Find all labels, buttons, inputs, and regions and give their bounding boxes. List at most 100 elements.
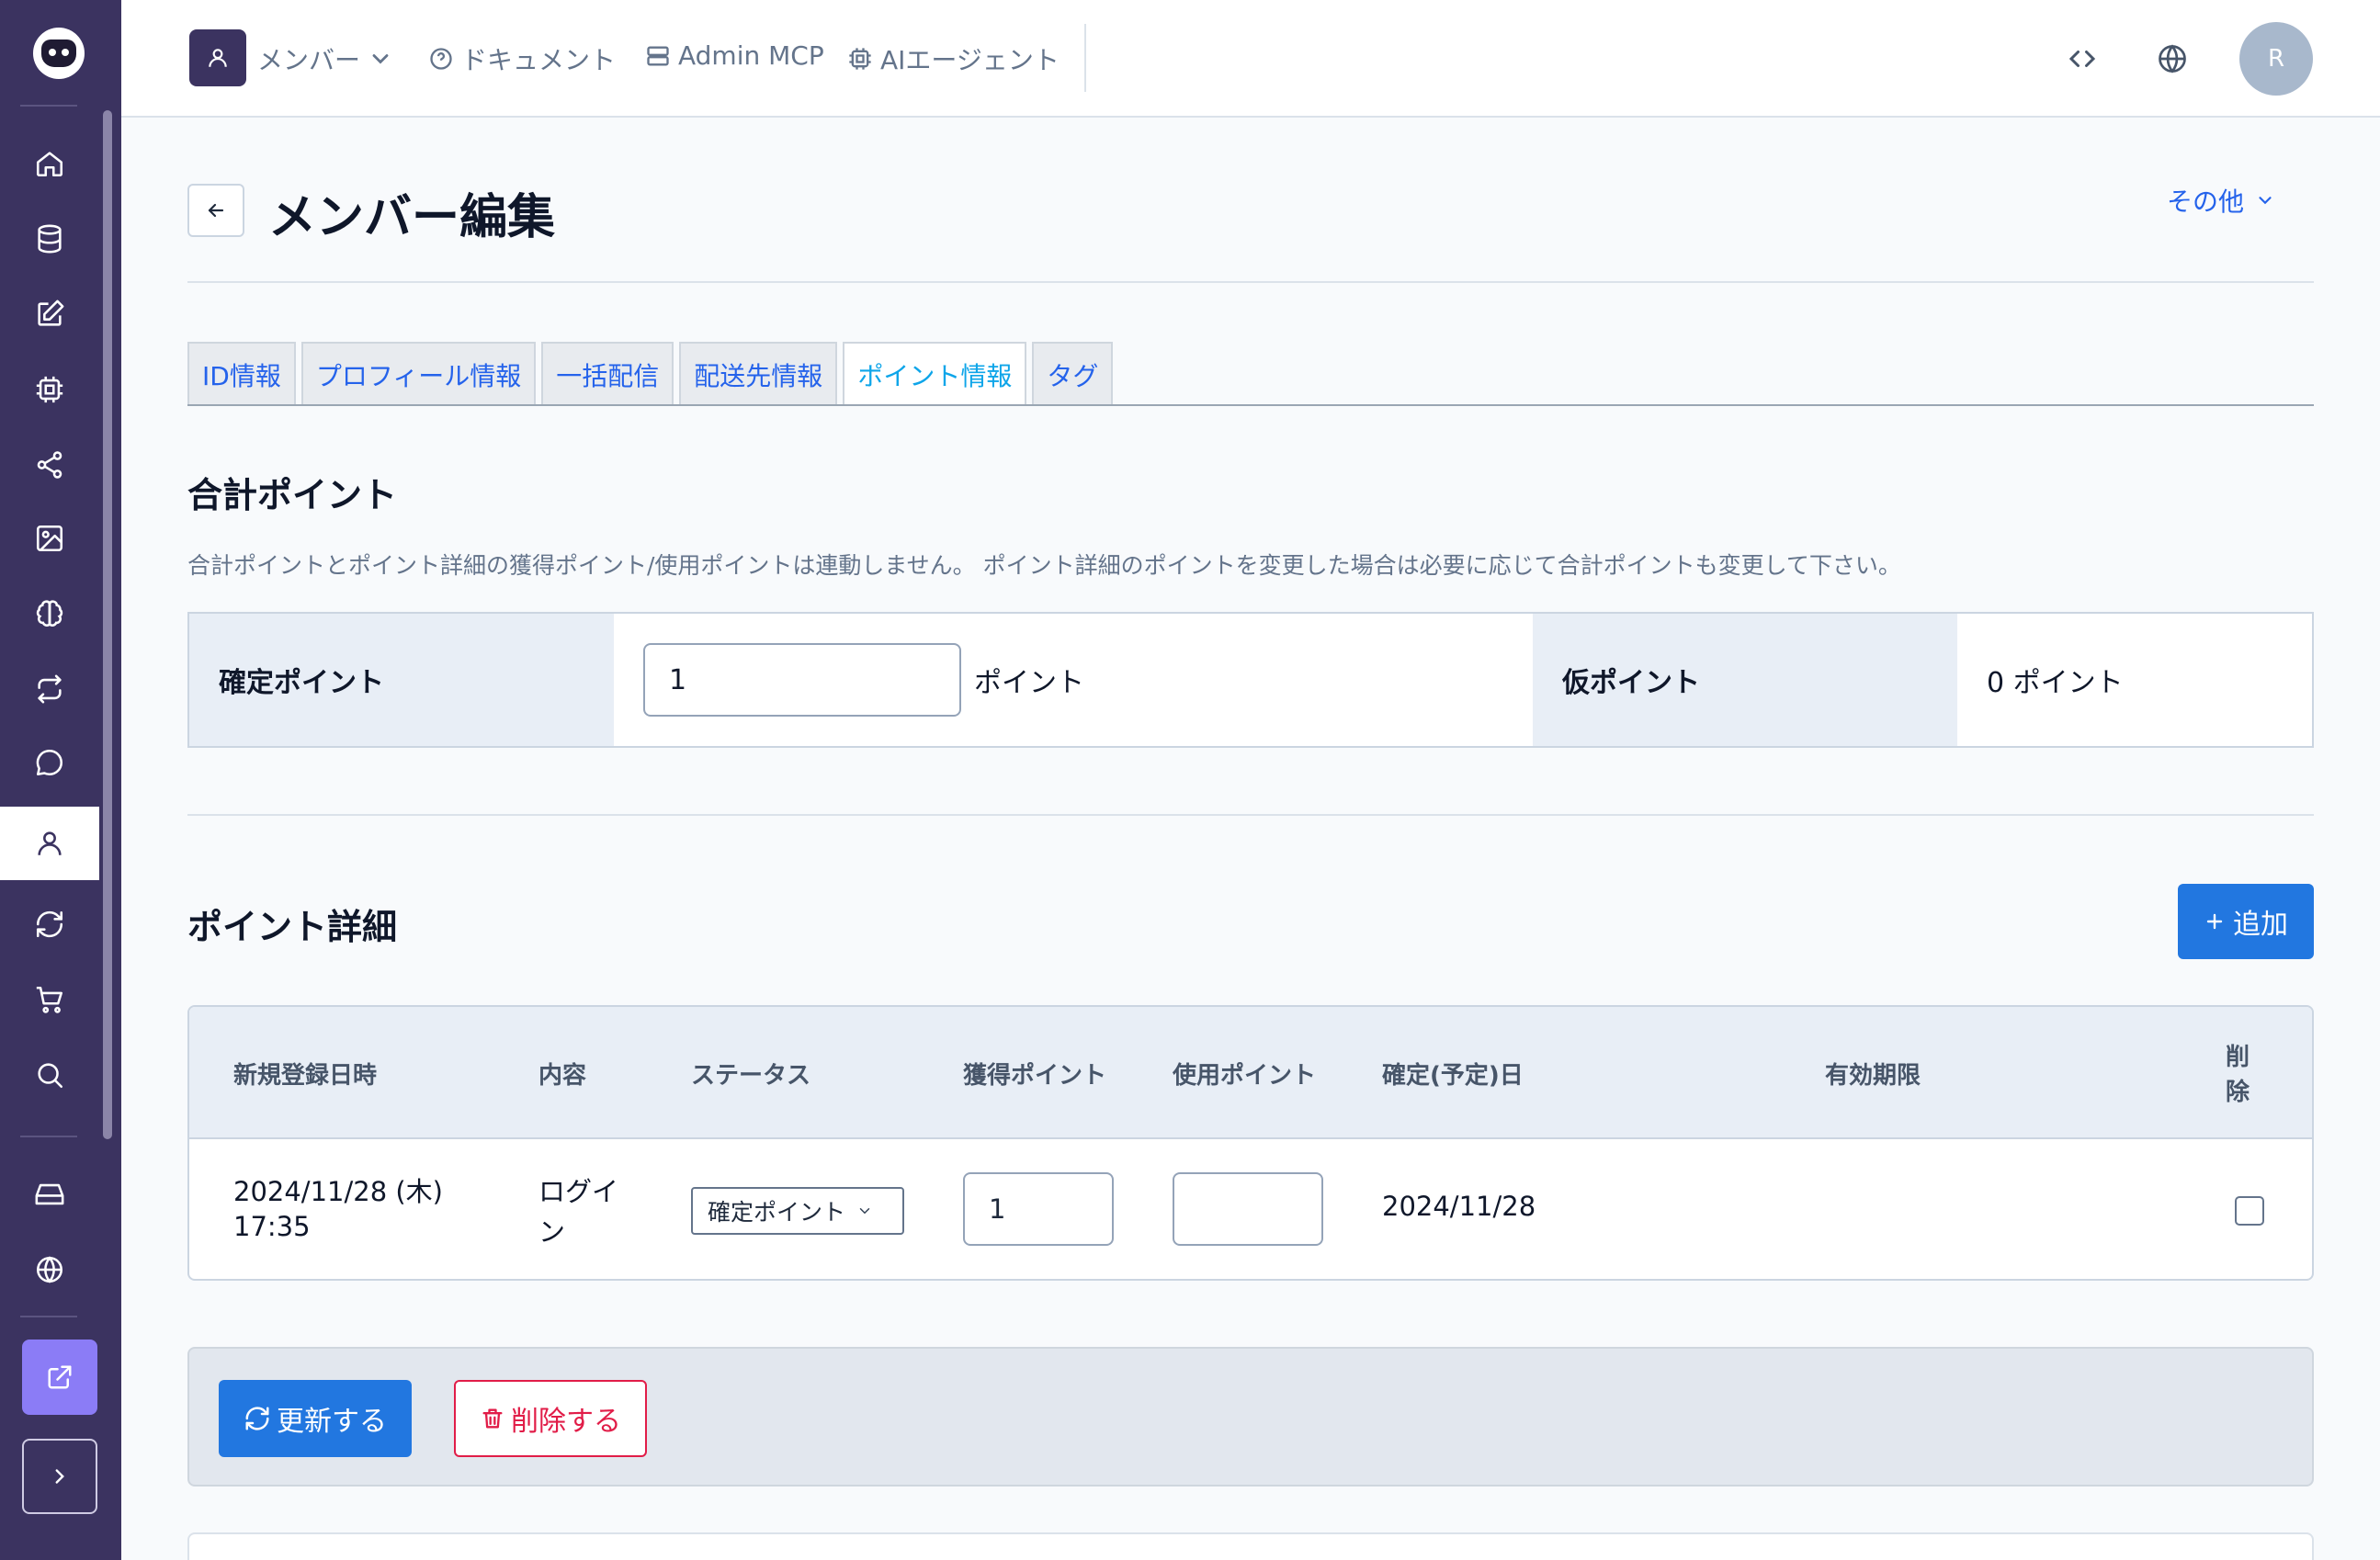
action-bar: 更新する 削除する <box>187 1347 2314 1487</box>
share-icon[interactable] <box>0 428 99 502</box>
provisional-points-label: 仮ポイント <box>1533 614 1957 746</box>
provisional-points-value: 0 ポイント <box>1957 614 2312 746</box>
plus-icon <box>2206 913 2223 930</box>
expand-sidebar-button[interactable] <box>22 1439 97 1514</box>
row-confirm-date: 2024/11/28 <box>1382 1191 1536 1222</box>
app-logo[interactable] <box>33 28 85 79</box>
header-confirm-date: 確定(予定)日 <box>1382 1062 1524 1090</box>
total-points-note: 合計ポイントとポイント詳細の獲得ポイント/使用ポイントは連動しません。 ポイント… <box>187 552 1901 579</box>
language-globe-icon[interactable] <box>2154 40 2191 77</box>
edit-icon[interactable] <box>0 277 99 351</box>
other-menu-label: その他 <box>2167 187 2245 217</box>
ai-agent-label: AIエージェント <box>880 45 1060 75</box>
chip-icon[interactable] <box>0 353 99 426</box>
member-chip[interactable] <box>189 29 246 86</box>
row-created-date: 2024/11/28 (木) <box>233 1176 443 1207</box>
point-details-table: 新規登録日時 内容 ステータス 獲得ポイント 使用ポイント 確定(予定)日 有効… <box>187 1005 2314 1281</box>
trash-icon <box>482 1408 503 1429</box>
header-status: ステータス <box>691 1062 811 1090</box>
tab-bar: ID情報 プロフィール情報 一括配信 配送先情報 ポイント情報 タグ <box>187 342 1114 406</box>
search-icon[interactable] <box>0 1038 99 1112</box>
tab-shipping-info[interactable]: 配送先情報 <box>679 342 838 406</box>
member-menu[interactable]: メンバー <box>257 40 393 77</box>
admin-mcp-label: Admin MCP <box>678 40 824 71</box>
external-link-button[interactable] <box>22 1340 97 1415</box>
avatar[interactable]: R <box>2239 22 2313 96</box>
next-section-panel <box>187 1532 2314 1560</box>
help-circle-icon <box>430 48 452 70</box>
other-menu[interactable]: その他 <box>2167 182 2275 219</box>
point-details-title: ポイント詳細 <box>187 907 398 947</box>
chevron-down-icon <box>2259 197 2272 205</box>
header-used: 使用ポイント <box>1173 1062 1317 1090</box>
arrow-left-icon <box>208 203 224 218</box>
delete-button[interactable]: 削除する <box>454 1380 647 1457</box>
row-content-1: ログイ <box>538 1176 619 1207</box>
row-status-value: 確定ポイント <box>708 1199 846 1226</box>
repeat-icon[interactable] <box>0 652 99 726</box>
chevron-right-icon <box>55 1469 64 1484</box>
delete-label: 削除する <box>511 1406 621 1438</box>
header-delete-1: 削 <box>2226 1044 2250 1071</box>
confirmed-points-cell: 1 ポイント <box>614 614 1533 746</box>
back-button[interactable] <box>187 184 244 237</box>
refresh-icon <box>245 1407 269 1430</box>
tab-profile-info[interactable]: プロフィール情報 <box>300 342 537 406</box>
top-bar: メンバー ドキュメント Admin MCP AIエージェント R <box>121 0 2380 118</box>
admin-mcp-link[interactable]: Admin MCP <box>645 40 824 71</box>
confirmed-points-label: 確定ポイント <box>189 614 614 746</box>
section-divider <box>187 814 2314 816</box>
row-content-2: ン <box>538 1216 566 1248</box>
globe-icon[interactable] <box>0 1233 99 1306</box>
sidebar-divider <box>20 1136 77 1137</box>
top-divider <box>1084 24 1086 92</box>
table-header: 新規登録日時 内容 ステータス 獲得ポイント 使用ポイント 確定(予定)日 有効… <box>189 1007 2312 1139</box>
sidebar-divider <box>20 105 77 107</box>
cart-icon[interactable] <box>0 963 99 1036</box>
header-created: 新規登録日時 <box>233 1062 378 1090</box>
update-button[interactable]: 更新する <box>219 1380 412 1457</box>
user-icon <box>209 49 227 67</box>
code-icon[interactable] <box>2064 40 2101 77</box>
header-divider <box>187 281 2314 283</box>
storage-icon[interactable] <box>0 1158 99 1231</box>
total-points-table: 確定ポイント 1 ポイント 仮ポイント 0 ポイント <box>187 612 2314 748</box>
database-icon[interactable] <box>0 202 99 276</box>
header-expiry: 有効期限 <box>1825 1062 1921 1090</box>
row-status-select[interactable]: 確定ポイント <box>691 1187 904 1235</box>
external-link-icon <box>48 1365 72 1389</box>
chip-icon <box>849 48 871 70</box>
confirmed-points-input[interactable]: 1 <box>643 643 961 717</box>
member-menu-label: メンバー <box>257 45 361 75</box>
header-earned: 獲得ポイント <box>963 1062 1107 1090</box>
image-icon[interactable] <box>0 502 99 575</box>
tab-point-info[interactable]: ポイント情報 <box>843 342 1027 406</box>
add-point-label: 追加 <box>2233 909 2288 941</box>
chat-icon[interactable] <box>0 726 99 799</box>
tab-bulk-delivery[interactable]: 一括配信 <box>541 342 674 406</box>
chevron-down-icon <box>859 1208 870 1215</box>
docs-link-label: ドキュメント <box>461 45 617 75</box>
row-used-input[interactable] <box>1173 1172 1323 1246</box>
sidebar-scrollbar[interactable] <box>103 110 112 1139</box>
server-icon <box>647 46 669 65</box>
docs-link[interactable]: ドキュメント <box>428 40 616 77</box>
header-delete-2: 除 <box>2226 1079 2250 1106</box>
ai-agent-link[interactable]: AIエージェント <box>847 40 1060 77</box>
tab-tags[interactable]: タグ <box>1032 342 1114 406</box>
tabs-baseline <box>187 404 2314 406</box>
brain-icon[interactable] <box>0 577 99 650</box>
row-earned-input[interactable]: 1 <box>963 1172 1114 1246</box>
user-icon[interactable] <box>0 807 99 880</box>
add-point-button[interactable]: 追加 <box>2178 884 2314 959</box>
chevron-down-icon <box>372 54 389 64</box>
row-created-time: 17:35 <box>233 1211 311 1242</box>
sidebar <box>0 0 121 1560</box>
row-delete-checkbox[interactable] <box>2235 1196 2264 1226</box>
points-unit: ポイント <box>974 667 1084 699</box>
refresh-icon[interactable] <box>0 887 99 961</box>
tab-id-info[interactable]: ID情報 <box>187 342 296 406</box>
header-content: 内容 <box>538 1062 587 1090</box>
home-icon[interactable] <box>0 127 99 200</box>
sidebar-divider <box>20 1316 77 1317</box>
